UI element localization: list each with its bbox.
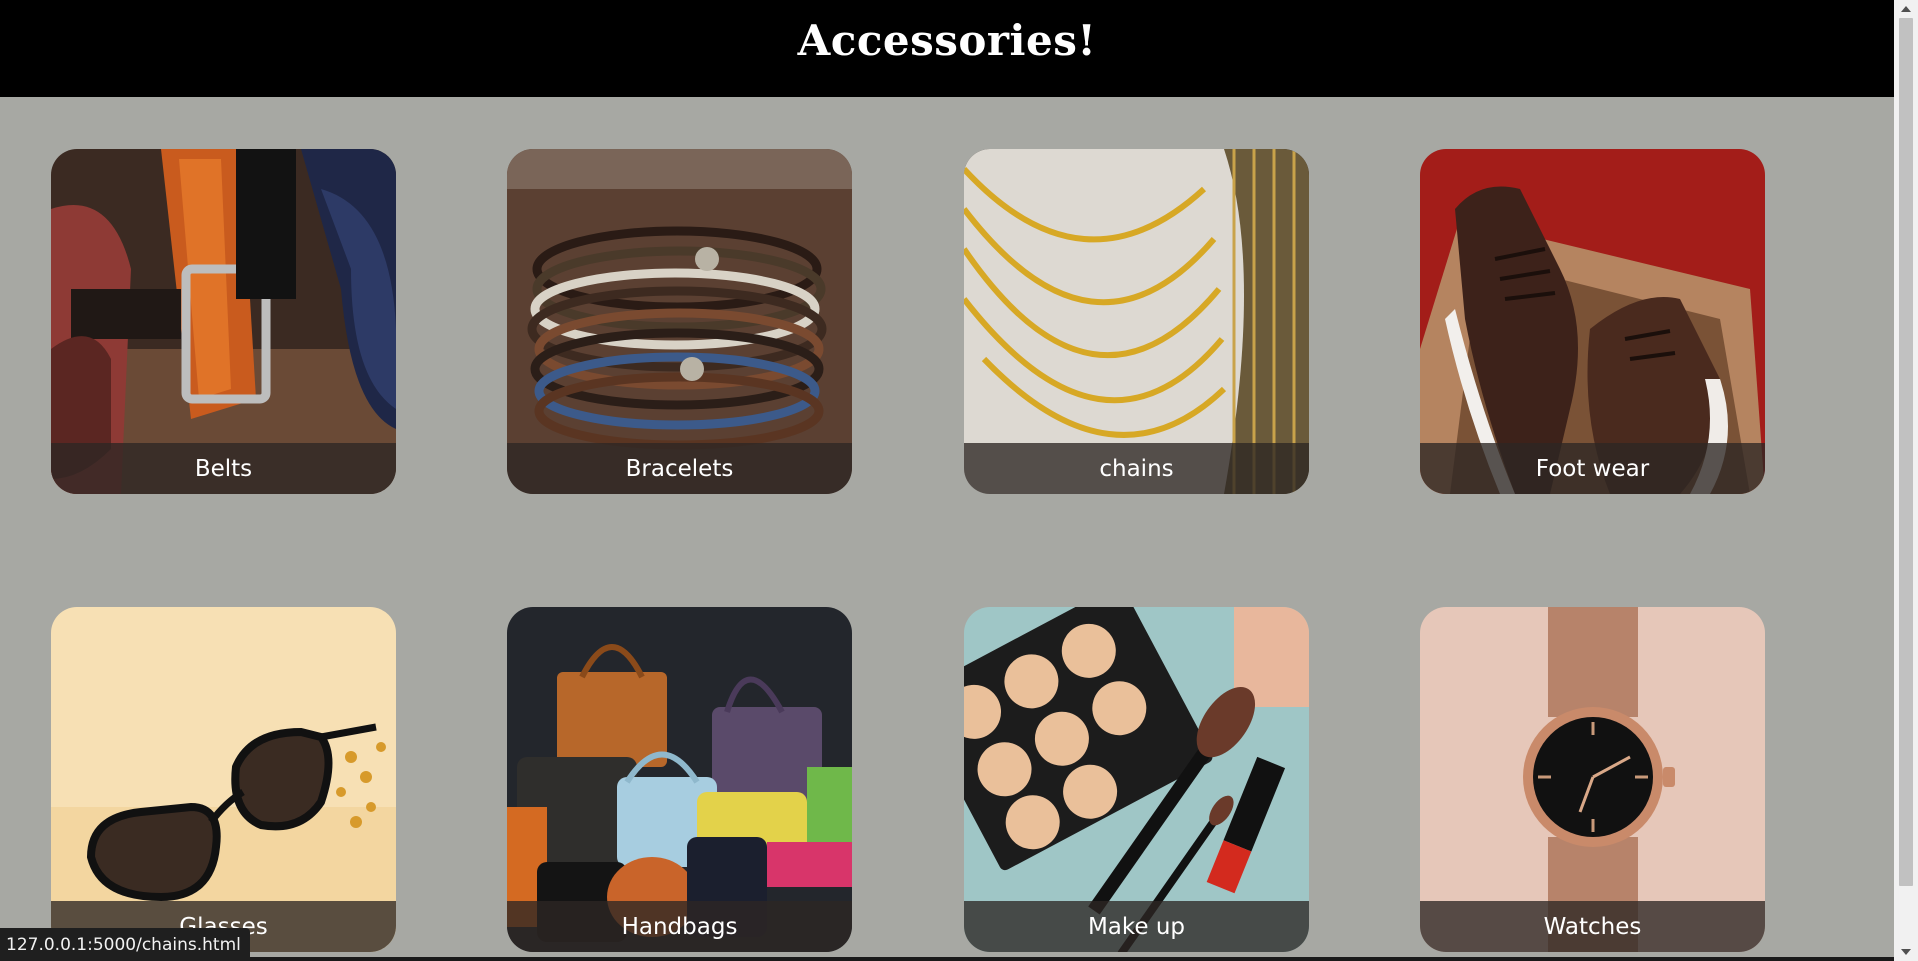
category-label: Handbags	[507, 901, 852, 952]
vertical-scrollbar[interactable]	[1894, 0, 1918, 961]
scroll-down-arrow-icon[interactable]	[1894, 943, 1918, 961]
category-card-chains[interactable]: chains	[964, 149, 1309, 494]
category-label: Foot wear	[1420, 443, 1765, 494]
category-card-belts[interactable]: Belts	[51, 149, 396, 494]
category-grid: Belts Bracelets chains Foot wear Glasses…	[0, 0, 1894, 961]
category-card-bracelets[interactable]: Bracelets	[507, 149, 852, 494]
category-label: Make up	[964, 901, 1309, 952]
scroll-up-arrow-icon[interactable]	[1894, 0, 1918, 18]
category-label: Bracelets	[507, 443, 852, 494]
category-label: Belts	[51, 443, 396, 494]
category-card-glasses[interactable]: Glasses	[51, 607, 396, 952]
link-preview-status: 127.0.0.1:5000/chains.html	[0, 928, 250, 961]
category-card-make-up[interactable]: Make up	[964, 607, 1309, 952]
window-bottom-edge	[0, 957, 1894, 961]
category-label: Watches	[1420, 901, 1765, 952]
category-card-foot-wear[interactable]: Foot wear	[1420, 149, 1765, 494]
category-label: chains	[964, 443, 1309, 494]
scrollbar-thumb[interactable]	[1899, 18, 1913, 886]
category-card-handbags[interactable]: Handbags	[507, 607, 852, 952]
category-card-watches[interactable]: Watches	[1420, 607, 1765, 952]
